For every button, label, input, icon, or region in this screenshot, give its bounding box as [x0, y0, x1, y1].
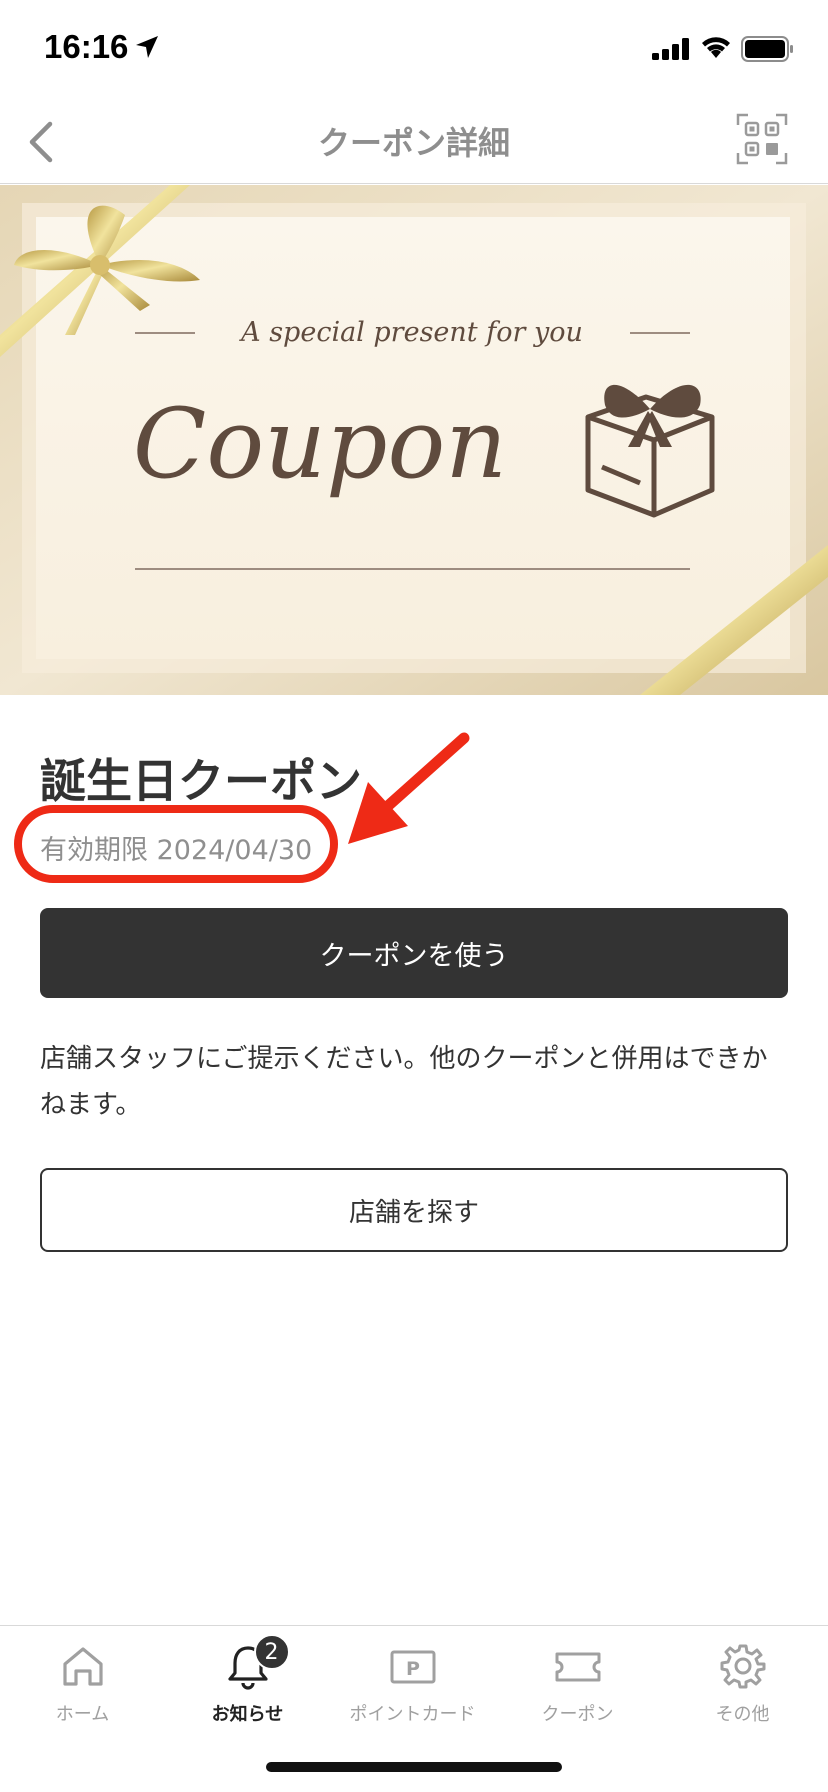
signal-icon [652, 38, 689, 60]
tab-point-card-label: ポイントカード [349, 1704, 476, 1725]
find-store-button[interactable]: 店舗を探す [40, 1168, 788, 1252]
tab-home-label: ホーム [55, 1704, 110, 1725]
tab-coupon[interactable]: クーポン [495, 1626, 660, 1736]
tab-home[interactable]: ホーム [0, 1626, 165, 1736]
battery-icon [741, 36, 793, 62]
expiry-label: 有効期限 [40, 835, 148, 866]
use-coupon-button[interactable]: クーポンを使う [40, 908, 788, 998]
home-icon [62, 1647, 103, 1686]
annotation-arrow-icon [348, 732, 470, 844]
ticket-icon [555, 1652, 600, 1682]
screen: 16:16 クーポン詳細 A special present for you C… [0, 0, 828, 1792]
tab-notifications[interactable]: 2 お知らせ [165, 1626, 330, 1736]
tab-other[interactable]: その他 [660, 1626, 825, 1736]
expiry-row: 有効期限 2024/04/30 [40, 828, 312, 867]
expiry-date: 2024/04/30 [156, 835, 313, 866]
banner-subtitle: A special present for you [238, 317, 583, 348]
coupon-description: 店舗スタッフにご提示ください。他のクーポンと併用はできかねます。 [40, 1044, 768, 1120]
tab-notifications-label: お知らせ [211, 1704, 284, 1725]
gear-icon [720, 1644, 765, 1689]
location-arrow-icon [136, 36, 158, 58]
banner-title: Coupon [133, 388, 507, 500]
home-indicator [266, 1762, 562, 1772]
svg-text:P: P [406, 1658, 420, 1680]
tab-coupon-label: クーポン [541, 1704, 614, 1725]
tab-other-label: その他 [715, 1704, 770, 1725]
coupon-banner: A special present for you Coupon [0, 185, 828, 695]
qr-code-icon[interactable] [736, 113, 788, 165]
status-time: 16:16 [44, 28, 129, 65]
notification-badge: 2 [253, 1634, 290, 1670]
bell-icon-wrapper: 2 [224, 1634, 290, 1690]
nav-bar: クーポン詳細 [0, 100, 828, 184]
point-card-icon: P [390, 1650, 435, 1684]
coupon-title: 誕生日クーポン [40, 754, 362, 808]
page-title: クーポン詳細 [317, 124, 510, 162]
wifi-icon [702, 37, 730, 58]
tab-point-card[interactable]: P ポイントカード [330, 1626, 495, 1736]
status-bar: 16:16 [0, 0, 828, 100]
